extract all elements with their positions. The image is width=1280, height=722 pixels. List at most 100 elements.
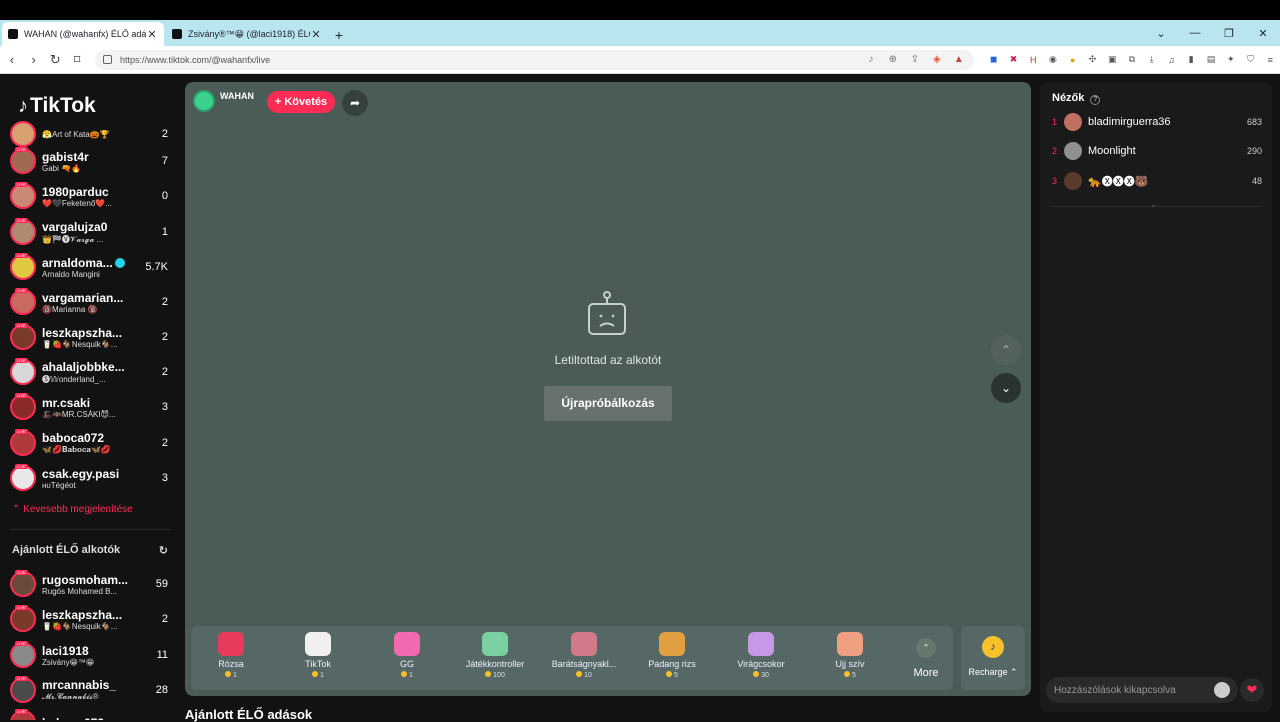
viewer-name: bladimirguerra36	[1088, 116, 1171, 128]
following-account[interactable]: LIVE leszkapszha... 🥛🍓🐐Nesquik🐐... 2	[10, 320, 168, 354]
tiktok-favicon-icon	[172, 29, 182, 39]
recharge-button[interactable]: ♪ Recharge ⌃	[961, 626, 1025, 690]
wallet-icon[interactable]: ▤	[1201, 53, 1221, 67]
account-nickname: Zsivány😁™😁	[42, 657, 95, 667]
account-name: 1980parduc	[42, 184, 109, 199]
emoji-icon[interactable]	[1214, 682, 1230, 698]
bookmark-icon[interactable]: ⌑	[67, 52, 87, 68]
previous-live-button[interactable]: ⌃	[991, 335, 1021, 365]
tab-close-icon[interactable]: ✕	[310, 28, 322, 41]
translate-extension-icon[interactable]: ◼	[984, 53, 1004, 67]
brave-shield-icon[interactable]: ◈	[930, 54, 944, 65]
restore-icon[interactable]: ❐	[1212, 27, 1246, 40]
gift-item[interactable]: Barátságnyakl... 10	[544, 632, 624, 679]
following-account[interactable]: LIVE baboca072 🦋💋𝐁𝐚𝐛𝐨𝐜𝐚🦋💋 2	[10, 426, 168, 460]
refresh-icon[interactable]: ↻	[159, 544, 168, 557]
reload-icon[interactable]: ↻	[46, 52, 66, 68]
avatar: LIVE	[10, 464, 36, 491]
share-icon[interactable]: ⇪	[908, 54, 922, 65]
new-tab-button[interactable]: +	[328, 24, 350, 46]
gift-item[interactable]: Ujj szív 5	[810, 632, 890, 679]
recommended-account[interactable]: LIVE laci1918 Zsivány😁™😁 11	[10, 638, 168, 672]
gift-item[interactable]: Virágcsokor 30	[721, 632, 801, 679]
extensions-icon[interactable]: ⧉	[1122, 53, 1142, 67]
media-icon[interactable]: ♫	[1162, 53, 1182, 67]
extension-k-icon[interactable]: ✖	[1004, 53, 1024, 67]
following-account[interactable]: LIVE vargalujza0 👑🏁🅥𝓥𝓪𝓻𝓰𝓪 ... 1	[10, 215, 168, 249]
back-icon[interactable]: ‹	[2, 52, 22, 67]
sidebar-toggle-icon[interactable]: ▮	[1181, 53, 1201, 67]
follow-button[interactable]: + Követés	[267, 91, 335, 113]
extension-eye-icon[interactable]: ◉	[1043, 53, 1063, 67]
recommended-account[interactable]: LIVE rugosmoham... Rugós Mohamed B... 59	[10, 567, 168, 601]
gift-item[interactable]: Padang rizs 5	[632, 632, 712, 679]
gift-bar: Rózsa 1 TikTok 1 GG 1 Játékkontroller 10…	[191, 626, 953, 690]
recommended-account[interactable]: LIVE leszkapszha... 🥛🍓🐐Nesquik🐐... 2	[10, 602, 168, 636]
following-account[interactable]: LIVE vargamarian... 🔞Marianna 🔞 2	[10, 285, 168, 319]
extension-box-icon[interactable]: ▣	[1102, 53, 1122, 67]
logo-text: TikTok	[30, 94, 96, 117]
minimize-icon[interactable]: —	[1178, 27, 1212, 39]
browser-tab-laci[interactable]: Zsivány®™😁 (@laci1918) ÉLŐ a ✕	[166, 22, 328, 46]
following-account[interactable]: LIVE arnaldoma... Arnaldo Mangini 5.7K	[10, 250, 168, 284]
viewer-count: 2	[161, 128, 168, 140]
gift-item[interactable]: Rózsa 1	[191, 632, 271, 679]
account-nickname: 🔞Marianna 🔞	[42, 304, 98, 314]
url-text: https://www.tiktok.com/@wahanfx/live	[120, 54, 271, 65]
recommended-account[interactable]: LIVE mrcannabis_ 𝓜𝓻.𝓒𝓪𝓷𝓷𝓪𝓫𝓲𝓼® 28	[10, 673, 168, 707]
extension-puzzle-icon[interactable]: ✣	[1083, 53, 1103, 67]
following-account[interactable]: LIVE gabist4r Gabi 🔫🔥 7	[10, 144, 168, 178]
tab-close-icon[interactable]: ✕	[146, 28, 158, 41]
comment-input[interactable]: Hozzászólások kikapcsolva	[1046, 677, 1238, 703]
account-nickname: Rugós Mohamed B...	[42, 586, 118, 596]
following-account[interactable]: LIVE ahalaljobbke... 🅢𝕎onderland_... 2	[10, 355, 168, 389]
account-name: vargalujza0	[42, 219, 108, 234]
following-account[interactable]: LIVE mr.csaki 🎩🦇MR.CSÁKI😈... 3	[10, 390, 168, 424]
gift-item[interactable]: TikTok 1	[278, 632, 358, 679]
leo-icon[interactable]: ✦	[1221, 53, 1241, 67]
tiktok-note-icon: ♪	[18, 94, 28, 117]
menu-icon[interactable]: ≡	[1260, 53, 1280, 67]
viewer-count: 0	[161, 190, 168, 202]
game-controller-gift-icon	[482, 632, 508, 656]
forward-icon[interactable]: ›	[24, 52, 44, 67]
host-info[interactable]: WAHAN	[193, 90, 254, 112]
site-info-icon[interactable]	[103, 55, 112, 64]
following-account[interactable]: LIVE csak.egy.pasi ʜᴜTégéot 3	[10, 461, 168, 495]
mute-tab-icon[interactable]: ♪	[864, 54, 878, 65]
viewer-count: 2	[161, 296, 168, 308]
following-account[interactable]: LIVE 1980parduc ❤️🖤Feketenő❤️... 0	[10, 179, 168, 213]
vpn-icon[interactable]: ⛉	[1241, 53, 1261, 67]
top-viewer-row[interactable]: 3 🐆🅧🅧🅧🐻 48	[1052, 171, 1262, 191]
extension-his-icon[interactable]: H	[1023, 53, 1043, 67]
retry-button[interactable]: Újrapróbálkozás	[544, 386, 672, 421]
more-gifts-button[interactable]: ⌃ More	[911, 638, 941, 679]
gift-item[interactable]: GG 1	[367, 632, 447, 679]
tab-search-icon[interactable]: ⌄	[1144, 27, 1178, 40]
host-avatar[interactable]	[193, 90, 215, 112]
download-icon[interactable]: ⤓	[1142, 53, 1162, 67]
brave-rewards-icon[interactable]: ▲	[952, 54, 966, 65]
address-bar: ‹ › ↻ ⌑ https://www.tiktok.com/@wahanfx/…	[0, 46, 1280, 74]
share-icon[interactable]: ➦	[342, 90, 368, 116]
account-nickname: ❤️🖤Feketenő❤️...	[42, 198, 112, 208]
browser-tab-wahan[interactable]: WAHAN (@wahanfx) ÉLŐ adásba ✕	[2, 22, 164, 46]
top-viewer-row[interactable]: 1 bladimirguerra36 683	[1052, 112, 1262, 132]
host-name[interactable]: WAHAN	[220, 91, 254, 101]
recommended-account[interactable]: LIVE baboca072	[10, 706, 168, 720]
show-less-link[interactable]: ⌃ Kevesebb megjelenítése	[12, 504, 133, 515]
zoom-icon[interactable]: ⊕	[886, 54, 900, 65]
live-video-player[interactable]: WAHAN + Követés ➦ Letiltottad az alkotót…	[185, 82, 1031, 696]
close-window-icon[interactable]: ✕	[1246, 27, 1280, 40]
gift-item[interactable]: Játékkontroller 100	[455, 632, 535, 679]
url-field[interactable]: https://www.tiktok.com/@wahanfx/live ♪ ⊕…	[95, 49, 974, 70]
tiktok-logo[interactable]: ♪ TikTok	[18, 94, 96, 118]
like-heart-icon[interactable]: ❤	[1240, 678, 1264, 702]
tiktok-favicon-icon	[8, 29, 18, 39]
top-viewer-row[interactable]: 2 Moonlight 290	[1052, 141, 1262, 161]
help-icon[interactable]: ?	[1090, 95, 1101, 105]
expand-viewers-icon[interactable]: ⌄	[1150, 200, 1157, 209]
next-live-button[interactable]: ⌄	[991, 373, 1021, 403]
tab-title: WAHAN (@wahanfx) ÉLŐ adásba	[24, 29, 146, 39]
extension-color-icon[interactable]: ●	[1063, 53, 1083, 67]
